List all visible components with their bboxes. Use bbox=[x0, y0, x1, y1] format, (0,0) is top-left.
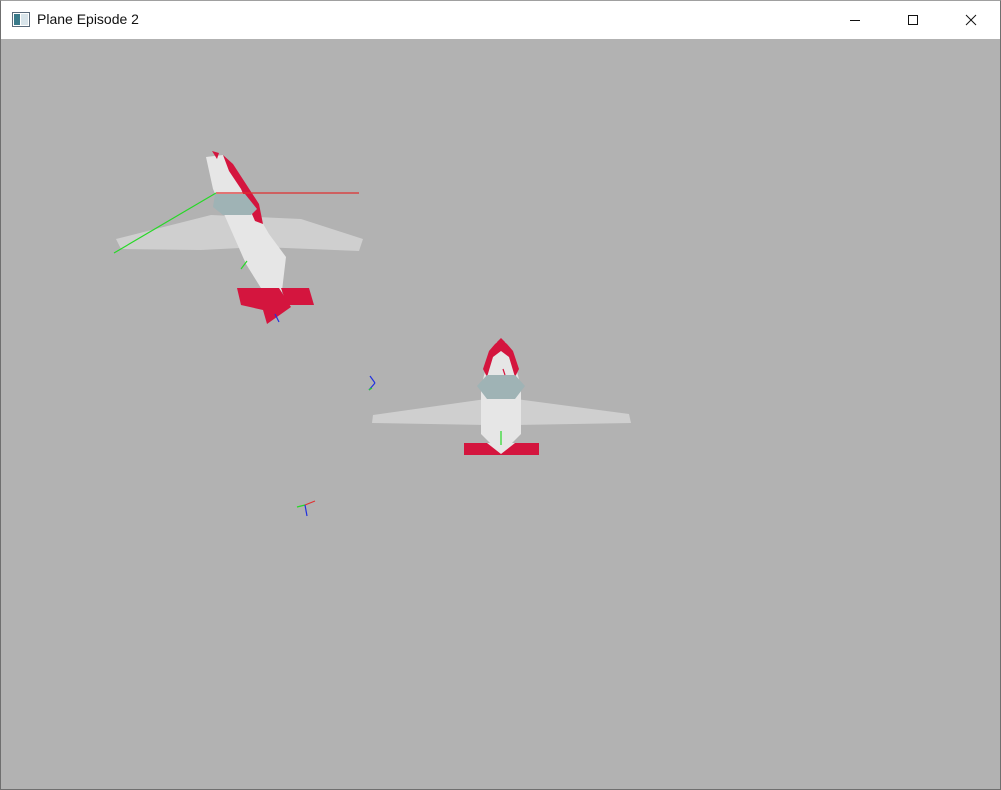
minimize-icon bbox=[850, 20, 860, 21]
close-icon bbox=[965, 14, 977, 26]
minimize-button[interactable] bbox=[826, 1, 884, 39]
title-bar[interactable]: Plane Episode 2 bbox=[1, 1, 1000, 39]
aircraft-1 bbox=[113, 151, 363, 324]
window-title: Plane Episode 2 bbox=[37, 11, 139, 27]
close-button[interactable] bbox=[942, 1, 1000, 39]
app-window: Plane Episode 2 bbox=[0, 0, 1001, 790]
scene-canvas bbox=[113, 151, 631, 517]
maximize-icon bbox=[908, 15, 918, 25]
maximize-button[interactable] bbox=[884, 1, 942, 39]
axis-marker-2 bbox=[296, 500, 316, 517]
aircraft-2 bbox=[372, 338, 631, 455]
aircraft-1-tail bbox=[237, 288, 291, 324]
render-viewport[interactable] bbox=[1, 39, 1000, 789]
axis-marker-1 bbox=[368, 375, 376, 391]
app-window-icon bbox=[12, 12, 30, 27]
